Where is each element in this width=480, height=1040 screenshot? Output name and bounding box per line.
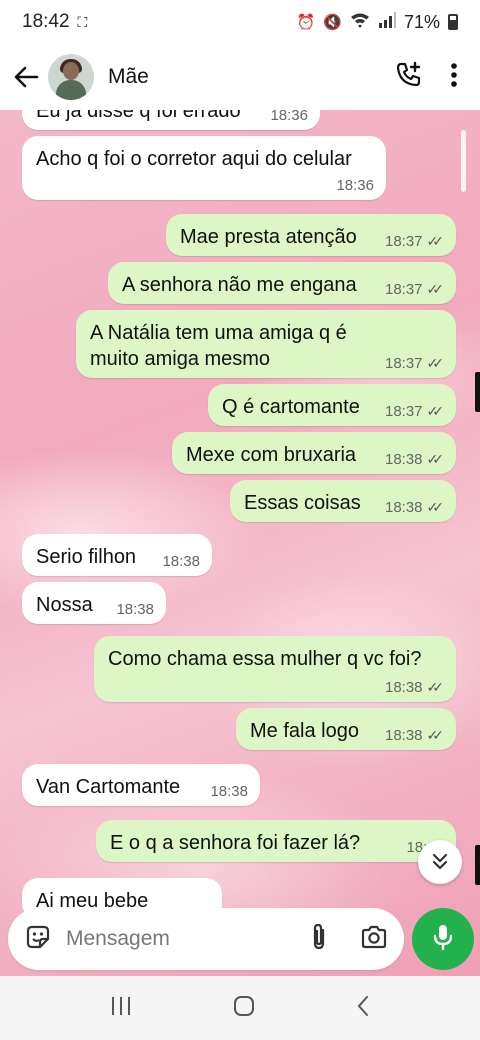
message-time: 18:38: [210, 783, 248, 800]
edge-marker: [475, 372, 480, 412]
system-nav-bar: [0, 976, 480, 1040]
message-outgoing[interactable]: Q é cartomante 18:37 ✓✓: [208, 384, 456, 426]
read-ticks-icon: ✓✓: [426, 403, 445, 419]
message-input[interactable]: Mensagem: [66, 927, 170, 951]
message-time: 18:38: [384, 499, 423, 516]
message-time: 18:38: [384, 451, 423, 468]
home-icon[interactable]: [232, 994, 256, 1023]
read-ticks-icon: ✓✓: [426, 727, 445, 743]
sticker-icon[interactable]: [24, 923, 52, 956]
add-call-icon[interactable]: [394, 60, 424, 95]
message-time: 18:36: [336, 177, 374, 194]
message-outgoing[interactable]: E o q a senhora foi fazer lá? 18:38: [96, 820, 456, 862]
message-incoming[interactable]: Van Cartomante 18:38: [22, 764, 260, 806]
paperclip-icon[interactable]: [308, 922, 330, 957]
message-text: Como chama essa mulher q vc foi?: [108, 648, 422, 670]
contact-name[interactable]: Mãe: [108, 65, 149, 89]
status-bar: 18:42 ⛶ ⏰ 🔇 71%: [0, 0, 480, 44]
battery-percent: 71%: [403, 11, 440, 32]
wifi-icon: [350, 12, 370, 32]
scrollbar[interactable]: [461, 130, 466, 192]
message-text: A Natália tem uma amiga q é muito amiga …: [90, 322, 347, 370]
mic-icon: [432, 923, 454, 956]
message-time: 18:37: [384, 355, 423, 372]
read-ticks-icon: ✓✓: [426, 679, 445, 695]
read-ticks-icon: ✓✓: [426, 451, 445, 467]
chat-header: Mãe: [0, 44, 480, 110]
alarm-icon: ⏰: [296, 14, 316, 31]
message-time: 18:37: [384, 403, 423, 420]
message-outgoing[interactable]: Me fala logo 18:38 ✓✓: [236, 708, 456, 750]
screenshot-icon: ⛶: [77, 13, 88, 30]
message-time: 18:37: [384, 233, 423, 250]
message-time: 18:37: [384, 281, 423, 298]
mic-button[interactable]: [412, 908, 474, 970]
chat-area[interactable]: Eu já disse q foi errado 18:36 Acho q fo…: [0, 110, 480, 976]
back-nav-icon[interactable]: [355, 994, 371, 1023]
status-time: 18:42: [22, 11, 70, 32]
message-incoming[interactable]: Acho q foi o corretor aqui do celular 18…: [22, 136, 386, 200]
read-ticks-icon: ✓✓: [426, 233, 445, 249]
message-incoming[interactable]: Eu já disse q foi errado 18:36: [22, 110, 320, 130]
message-text: E o q a senhora foi fazer lá?: [110, 832, 361, 854]
camera-icon[interactable]: [360, 924, 388, 955]
message-outgoing[interactable]: A senhora não me engana 18:37 ✓✓: [108, 262, 456, 304]
message-incoming[interactable]: Nossa 18:38: [22, 582, 166, 624]
read-ticks-icon: ✓✓: [426, 355, 445, 371]
battery-icon: [448, 14, 458, 30]
message-outgoing[interactable]: Mae presta atenção 18:37 ✓✓: [166, 214, 456, 256]
message-outgoing[interactable]: A Natália tem uma amiga q é muito amiga …: [76, 310, 456, 378]
mute-icon: 🔇: [323, 14, 342, 31]
more-vert-icon[interactable]: [450, 62, 458, 93]
message-time: 18:38: [162, 553, 200, 570]
signal-icon: [378, 12, 396, 32]
message-input-bar[interactable]: Mensagem: [8, 908, 404, 970]
message-time: 18:38: [116, 601, 154, 618]
message-text: Eu já disse q foi errado: [36, 110, 241, 122]
edge-marker: [475, 845, 480, 885]
message-outgoing[interactable]: Essas coisas 18:38 ✓✓: [230, 480, 456, 522]
message-time: 18:38: [384, 679, 423, 696]
chevron-double-down-icon[interactable]: [418, 840, 462, 884]
status-icons: ⏰ 🔇 71%: [297, 12, 458, 33]
read-ticks-icon: ✓✓: [426, 281, 445, 297]
message-incoming[interactable]: Serio filhon 18:38: [22, 534, 212, 576]
message-outgoing[interactable]: Como chama essa mulher q vc foi? 18:38 ✓✓: [94, 636, 456, 702]
read-ticks-icon: ✓✓: [426, 499, 445, 515]
message-time: 18:38: [384, 727, 423, 744]
message-outgoing[interactable]: Mexe com bruxaria 18:38 ✓✓: [172, 432, 456, 474]
arrow-left-icon[interactable]: [12, 63, 40, 91]
message-time: 18:36: [270, 110, 308, 124]
message-text: Acho q foi o corretor aqui do celular: [36, 148, 352, 170]
recent-apps-icon[interactable]: [109, 995, 133, 1022]
avatar[interactable]: [48, 54, 94, 100]
